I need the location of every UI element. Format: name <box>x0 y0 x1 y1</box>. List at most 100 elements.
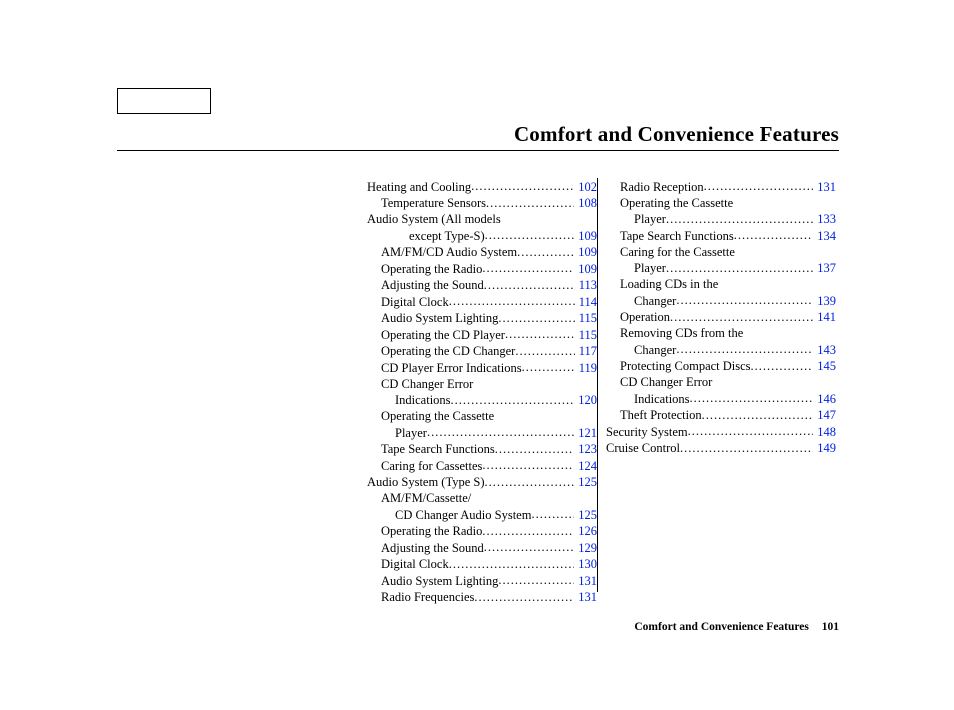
toc-page-link[interactable]: 109 <box>576 228 597 244</box>
toc-entry-label: Changer <box>634 342 676 358</box>
toc-page-link[interactable]: 108 <box>576 195 597 211</box>
toc-entry: Audio System (All models <box>367 211 597 227</box>
toc-entry: AM/FM/Cassette/ <box>367 490 597 506</box>
toc-page-link[interactable]: 133 <box>815 211 836 227</box>
toc-entry: Audio System Lighting115 <box>367 310 597 327</box>
toc-entry-label: Removing CDs from the <box>620 325 743 341</box>
toc-page-link[interactable]: 114 <box>577 294 597 310</box>
toc-page-link[interactable]: 131 <box>815 179 836 195</box>
footer-section-title: Comfort and Convenience Features <box>634 621 809 633</box>
toc-entry-label: Player <box>395 425 427 441</box>
toc-entry: Changer139 <box>606 292 836 309</box>
toc-page-link[interactable]: 149 <box>815 440 836 456</box>
toc-page-link[interactable]: 141 <box>815 309 836 325</box>
toc-page-link[interactable]: 137 <box>815 260 836 276</box>
toc-entry: Tape Search Functions 134 <box>606 227 836 244</box>
toc-entry: except Type-S) 109 <box>367 227 597 244</box>
toc-entry-label: CD Changer Error <box>381 376 473 392</box>
toc-leader-dots <box>449 293 575 306</box>
toc-entry: Digital Clock 114 <box>367 293 597 310</box>
toc-page-link[interactable]: 109 <box>576 261 597 277</box>
toc-entry-label: Caring for Cassettes <box>381 458 482 474</box>
toc-entry-label: Radio Frequencies <box>381 589 474 605</box>
toc-leader-dots <box>751 358 814 371</box>
toc-entry-label: Digital Clock <box>381 556 449 572</box>
toc-page-link[interactable]: 134 <box>815 228 836 244</box>
toc-page-link[interactable]: 115 <box>577 310 597 326</box>
page-footer: Comfort and Convenience Features 101 <box>634 621 839 633</box>
toc-leader-dots <box>485 474 575 487</box>
toc-page-link[interactable]: 124 <box>576 458 597 474</box>
toc-page-link[interactable]: 120 <box>576 392 597 408</box>
toc-entry-label: Indications <box>395 392 451 408</box>
toc-page-link[interactable]: 131 <box>576 573 597 589</box>
page: Comfort and Convenience Features Heating… <box>0 0 954 710</box>
toc-entry-label: Indications <box>634 391 690 407</box>
toc-entry: Radio Reception131 <box>606 178 836 195</box>
toc-entry: Audio System Lighting131 <box>367 572 597 589</box>
toc-entry: Operation141 <box>606 309 836 326</box>
toc-entry: Heating and Cooling 102 <box>367 178 597 195</box>
toc-leader-dots <box>505 326 575 339</box>
toc-page-link[interactable]: 130 <box>576 556 597 572</box>
toc-page-link[interactable]: 123 <box>576 441 597 457</box>
toc-entry: Operating the Cassette <box>606 195 836 211</box>
toc-page-link[interactable]: 121 <box>576 425 597 441</box>
toc-entry: Operating the Cassette <box>367 408 597 424</box>
toc-leader-dots <box>471 178 574 191</box>
toc-page-link[interactable]: 131 <box>576 589 597 605</box>
toc-entry: Adjusting the Sound 129 <box>367 539 597 556</box>
toc-entry: Changer 143 <box>606 341 836 358</box>
toc-page-link[interactable]: 119 <box>577 360 597 376</box>
toc-entry: AM/FM/CD Audio System109 <box>367 244 597 261</box>
toc-entry: Protecting Compact Discs 145 <box>606 358 836 375</box>
toc-page-link[interactable]: 102 <box>576 179 597 195</box>
toc-entry-label: AM/FM/Cassette/ <box>381 490 471 506</box>
toc-entry: Audio System (Type S)125 <box>367 474 597 491</box>
toc-page-link[interactable]: 143 <box>815 342 836 358</box>
toc-entry: Adjusting the Sound113 <box>367 277 597 294</box>
toc-entry: Operating the CD Changer 117 <box>367 343 597 360</box>
toc-entry: Player137 <box>606 260 836 277</box>
toc-page-link[interactable]: 125 <box>576 474 597 490</box>
toc-page-link[interactable]: 146 <box>815 391 836 407</box>
toc-leader-dots <box>427 424 574 437</box>
toc-entry-label: except Type-S) <box>409 228 485 244</box>
toc-entry-label: Protecting Compact Discs <box>620 358 751 374</box>
toc-leader-dots <box>666 211 813 224</box>
toc-entry-label: CD Changer Error <box>620 374 712 390</box>
toc-entry-label: Operating the Cassette <box>620 195 733 211</box>
toc-leader-dots <box>531 506 574 519</box>
toc-entry: Indications 120 <box>367 392 597 409</box>
toc-entry: Caring for the Cassette <box>606 244 836 260</box>
toc-entry-label: Heating and Cooling <box>367 179 471 195</box>
toc-leader-dots <box>482 523 574 536</box>
toc-entry-label: Temperature Sensors <box>381 195 486 211</box>
toc-entry-label: Operating the CD Changer <box>381 343 515 359</box>
toc-page-link[interactable]: 115 <box>577 327 597 343</box>
toc-entry-label: Loading CDs in the <box>620 276 718 292</box>
page-tab-box <box>117 88 211 114</box>
toc-leader-dots <box>517 244 574 257</box>
toc-entry: CD Changer Error <box>606 374 836 390</box>
toc-page-link[interactable]: 113 <box>577 277 597 293</box>
toc-page-link[interactable]: 126 <box>576 523 597 539</box>
toc-leader-dots <box>482 457 574 470</box>
toc-entry-label: Digital Clock <box>381 294 449 310</box>
toc-page-link[interactable]: 148 <box>815 424 836 440</box>
toc-entry-label: Operating the Cassette <box>381 408 494 424</box>
toc-entry-label: Tape Search Functions <box>620 228 734 244</box>
toc-entry-label: Adjusting the Sound <box>381 540 484 556</box>
toc-page-link[interactable]: 117 <box>577 343 597 359</box>
toc-page-link[interactable]: 129 <box>576 540 597 556</box>
toc-leader-dots <box>449 556 575 569</box>
toc-page-link[interactable]: 145 <box>815 358 836 374</box>
toc-entry: Loading CDs in the <box>606 276 836 292</box>
toc-page-link[interactable]: 139 <box>815 293 836 309</box>
toc-page-link[interactable]: 125 <box>576 507 597 523</box>
toc-page-link[interactable]: 147 <box>815 407 836 423</box>
toc-entry: Operating the CD Player115 <box>367 326 597 343</box>
toc-page-link[interactable]: 109 <box>576 244 597 260</box>
toc-entry: CD Changer Audio System125 <box>367 506 597 523</box>
toc-entry-label: Player <box>634 211 666 227</box>
